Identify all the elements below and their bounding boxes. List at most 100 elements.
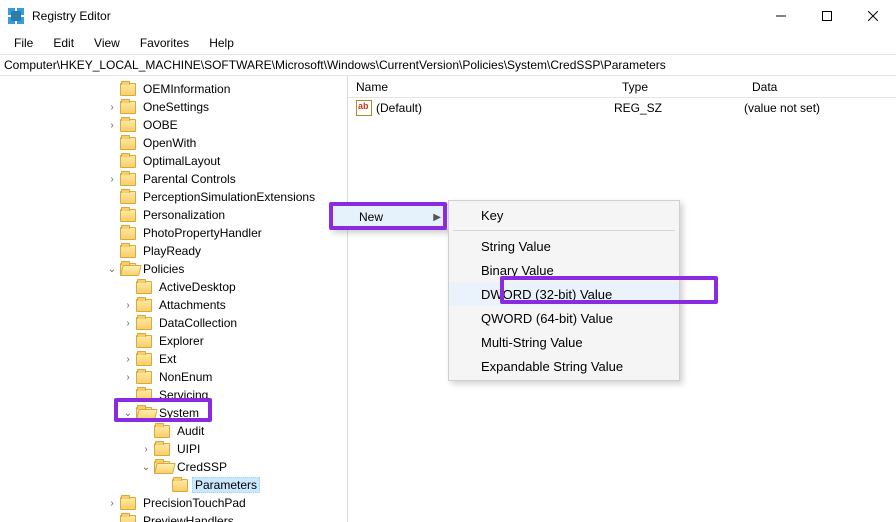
menu-bar: File Edit View Favorites Help	[0, 32, 896, 54]
tree-item[interactable]: ⌄ CredSSP	[0, 458, 347, 476]
tree-item[interactable]: PreviewHandlers	[0, 512, 347, 522]
tree-item[interactable]: PerceptionSimulationExtensions	[0, 188, 347, 206]
folder-icon	[120, 227, 136, 240]
tree-item[interactable]: OpenWith	[0, 134, 347, 152]
context-item[interactable]: Key	[449, 203, 679, 227]
folder-open-icon	[154, 461, 170, 474]
menu-edit[interactable]: Edit	[45, 34, 82, 52]
tree-item[interactable]: Explorer	[0, 332, 347, 350]
tree-item[interactable]: Personalization	[0, 206, 347, 224]
close-button[interactable]	[850, 0, 896, 32]
menu-file[interactable]: File	[6, 34, 41, 52]
chevron-right-icon[interactable]: ›	[140, 443, 152, 455]
twisty-empty	[106, 227, 118, 239]
tree-item[interactable]: ›OneSettings	[0, 98, 347, 116]
column-type[interactable]: Type	[614, 80, 744, 94]
tree-item-label: PhotoPropertyHandler	[140, 225, 265, 241]
maximize-button[interactable]	[804, 0, 850, 32]
tree-item[interactable]: PlayReady	[0, 242, 347, 260]
context-item[interactable]: DWORD (32-bit) Value	[449, 282, 679, 306]
chevron-right-icon[interactable]: ›	[106, 173, 118, 185]
tree-item-label: Parameters	[192, 477, 260, 493]
tree-item[interactable]: ›Parental Controls	[0, 170, 347, 188]
tree-item-label: Personalization	[140, 207, 228, 223]
twisty-empty	[122, 281, 134, 293]
menu-view[interactable]: View	[86, 34, 128, 52]
window-title: Registry Editor	[32, 9, 111, 23]
folder-icon	[154, 425, 170, 438]
chevron-down-icon[interactable]: ⌄	[140, 461, 152, 473]
context-submenu-new: Key String ValueBinary ValueDWORD (32-bit…	[448, 200, 680, 381]
tree-item-label: OEMInformation	[140, 81, 233, 97]
tree-item-label: PerceptionSimulationExtensions	[140, 189, 318, 205]
tree-item-label: Ext	[156, 351, 179, 367]
chevron-right-icon[interactable]: ›	[122, 371, 134, 383]
chevron-down-icon[interactable]: ⌄	[106, 263, 118, 275]
twisty-empty	[106, 245, 118, 257]
address-bar[interactable]: Computer\HKEY_LOCAL_MACHINE\SOFTWARE\Mic…	[0, 54, 896, 76]
value-name: (Default)	[376, 101, 614, 115]
tree-item-label: Policies	[140, 261, 187, 277]
tree-item-label: PreviewHandlers	[140, 513, 237, 522]
tree-item[interactable]: ›Attachments	[0, 296, 347, 314]
tree-item[interactable]: OEMInformation	[0, 80, 347, 98]
folder-icon	[172, 479, 188, 492]
list-header: Name Type Data	[348, 76, 896, 98]
tree-item[interactable]: ⌄System	[0, 404, 347, 422]
window-controls	[758, 0, 896, 32]
minimize-button[interactable]	[758, 0, 804, 32]
folder-icon	[120, 515, 136, 522]
folder-icon	[120, 119, 136, 132]
context-menu-new: New ▶	[330, 204, 450, 230]
tree-item[interactable]: PhotoPropertyHandler	[0, 224, 347, 242]
context-item[interactable]: QWORD (64-bit) Value	[449, 306, 679, 330]
tree-item[interactable]: › PrecisionTouchPad	[0, 494, 347, 512]
tree-item[interactable]: ›DataCollection	[0, 314, 347, 332]
menu-favorites[interactable]: Favorites	[132, 34, 197, 52]
list-row[interactable]: (Default)REG_SZ(value not set)	[348, 98, 896, 118]
chevron-right-icon[interactable]: ›	[122, 299, 134, 311]
regedit-icon	[8, 8, 24, 24]
tree-item[interactable]: ›UIPI	[0, 440, 347, 458]
tree-item-label: CredSSP	[174, 459, 230, 475]
context-item-new[interactable]: New ▶	[331, 205, 449, 229]
folder-icon	[136, 317, 152, 330]
folder-icon	[120, 137, 136, 150]
twisty-empty	[106, 209, 118, 221]
chevron-right-icon[interactable]: ›	[122, 317, 134, 329]
tree-item-label: NonEnum	[156, 369, 215, 385]
tree-item[interactable]: › NonEnum	[0, 368, 347, 386]
tree-item[interactable]: › Ext	[0, 350, 347, 368]
chevron-right-icon[interactable]: ›	[106, 119, 118, 131]
menu-help[interactable]: Help	[201, 34, 242, 52]
tree-item-label: PrecisionTouchPad	[140, 495, 249, 511]
tree-pane[interactable]: OEMInformation›OneSettings›OOBEOpenWithO…	[0, 76, 348, 522]
chevron-right-icon[interactable]: ›	[106, 101, 118, 113]
folder-icon	[136, 335, 152, 348]
tree-item[interactable]: Servicing	[0, 386, 347, 404]
context-item[interactable]: Binary Value	[449, 258, 679, 282]
folder-icon	[120, 173, 136, 186]
tree-item-label: PlayReady	[140, 243, 204, 259]
tree-item[interactable]: Audit	[0, 422, 347, 440]
column-data[interactable]: Data	[744, 80, 896, 94]
tree-item[interactable]: OptimalLayout	[0, 152, 347, 170]
list-pane[interactable]: Name Type Data (Default)REG_SZ(value not…	[348, 76, 896, 522]
tree-item[interactable]: ›OOBE	[0, 116, 347, 134]
folder-icon	[136, 281, 152, 294]
address-path: Computer\HKEY_LOCAL_MACHINE\SOFTWARE\Mic…	[4, 58, 666, 72]
chevron-right-icon[interactable]: ›	[122, 353, 134, 365]
menu-separator	[453, 230, 675, 231]
context-item[interactable]: String Value	[449, 234, 679, 258]
chevron-down-icon[interactable]: ⌄	[122, 407, 134, 419]
tree-item[interactable]: ⌄ Policies	[0, 260, 347, 278]
context-item[interactable]: Multi-String Value	[449, 330, 679, 354]
chevron-right-icon[interactable]: ›	[106, 497, 118, 509]
main-area: OEMInformation›OneSettings›OOBEOpenWithO…	[0, 76, 896, 522]
tree-item[interactable]: ActiveDesktop	[0, 278, 347, 296]
column-name[interactable]: Name	[348, 80, 614, 94]
twisty-empty	[140, 425, 152, 437]
twisty-empty	[106, 83, 118, 95]
context-item[interactable]: Expandable String Value	[449, 354, 679, 378]
tree-item[interactable]: Parameters	[0, 476, 347, 494]
